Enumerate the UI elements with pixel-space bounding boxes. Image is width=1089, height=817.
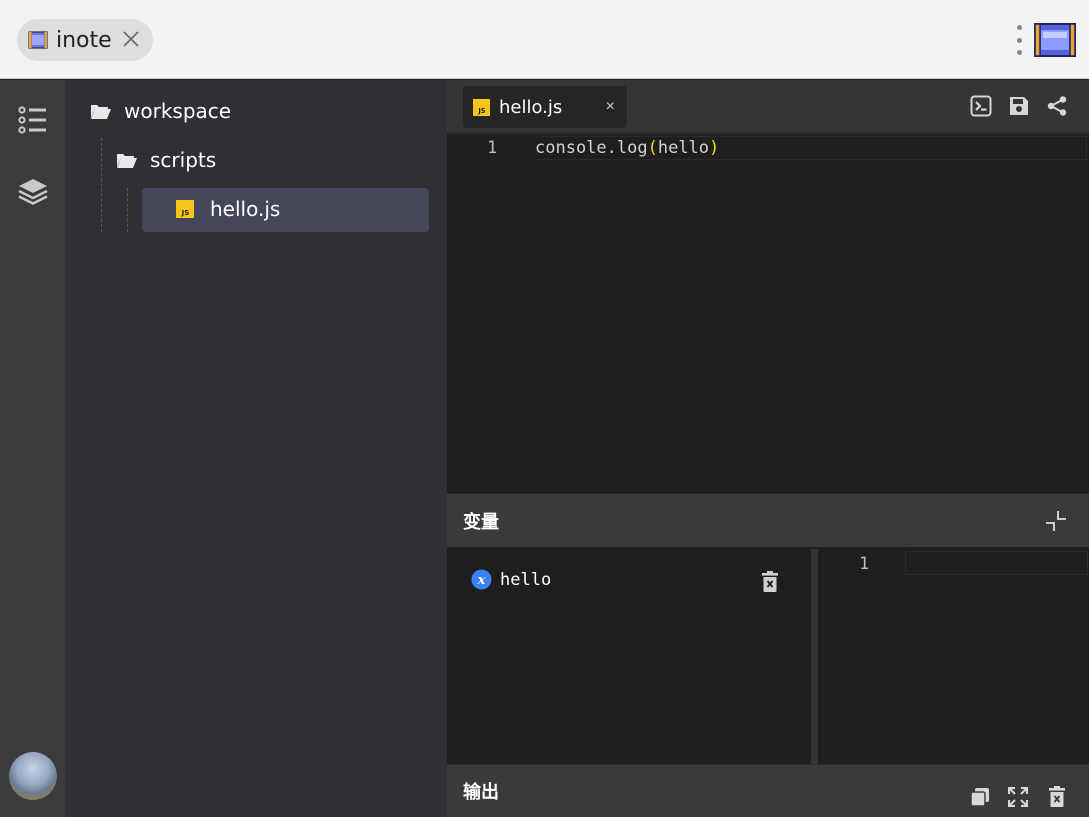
- code-paren: (: [647, 138, 658, 158]
- svg-text:x: x: [477, 573, 486, 588]
- app-tab[interactable]: inote: [17, 19, 153, 61]
- tree-guide-line: [127, 188, 128, 232]
- run-code-icon[interactable]: [970, 95, 992, 117]
- code-token: hello: [657, 138, 710, 158]
- outline-button[interactable]: [14, 101, 52, 139]
- more-options-button[interactable]: [1013, 25, 1025, 55]
- dot: [1016, 25, 1022, 30]
- variable-icon: x: [471, 569, 492, 590]
- editor-tab-label: hello.js: [499, 96, 563, 118]
- minimize-icon[interactable]: [1045, 510, 1067, 532]
- close-icon[interactable]: [121, 29, 141, 49]
- code-editor[interactable]: 1 console.log(hello): [447, 136, 1089, 493]
- variable-list: x hello: [447, 549, 811, 764]
- app-tab-label: inote: [56, 27, 112, 53]
- film-strip-logo: [1034, 23, 1076, 57]
- svg-text:JS: JS: [477, 107, 485, 115]
- dot: [1016, 50, 1022, 55]
- code-line[interactable]: console.log(hello): [535, 138, 719, 158]
- user-avatar[interactable]: [9, 752, 57, 800]
- panel-splitter[interactable]: [811, 549, 818, 764]
- tree-item-hello-js[interactable]: JS hello.js: [176, 197, 280, 221]
- current-line-highlight: [905, 551, 1088, 575]
- output-panel-header: 输出: [447, 764, 1089, 817]
- code-paren: ): [709, 138, 720, 158]
- folder-open-icon: [91, 105, 111, 119]
- tree-item-workspace[interactable]: workspace: [90, 99, 231, 123]
- activity-bar: [0, 80, 65, 817]
- variable-item[interactable]: x hello: [471, 569, 551, 590]
- svg-text:JS: JS: [181, 209, 190, 217]
- outline-list-icon: [18, 106, 46, 134]
- clear-icon[interactable]: [1047, 786, 1067, 808]
- layers-icon: [18, 179, 48, 205]
- window-title-bar: inote: [0, 0, 1089, 79]
- js-file-icon: JS: [176, 200, 194, 218]
- tree-item-label: hello.js: [210, 197, 281, 221]
- delete-variable-icon[interactable]: [760, 571, 780, 593]
- code-token: console.log: [535, 138, 648, 158]
- tree-guide-line: [101, 138, 102, 232]
- variable-preview-editor[interactable]: 1: [818, 549, 1089, 764]
- js-file-icon: JS: [473, 98, 490, 116]
- variables-panel-header: 变量: [447, 493, 1089, 547]
- editor-tab-hello-js[interactable]: JS hello.js ×: [463, 86, 627, 128]
- tree-item-label: workspace: [124, 99, 232, 123]
- share-icon[interactable]: [1046, 95, 1068, 117]
- line-number: 1: [859, 554, 870, 574]
- variable-name: hello: [500, 569, 552, 590]
- film-strip-icon: [28, 31, 48, 49]
- output-panel-title: 输出: [463, 782, 499, 803]
- tree-item-scripts[interactable]: scripts: [116, 148, 216, 172]
- save-icon[interactable]: [1008, 95, 1030, 117]
- close-tab-icon[interactable]: ×: [606, 98, 615, 116]
- copy-icon[interactable]: [970, 787, 990, 807]
- dot: [1016, 37, 1022, 43]
- editor-tab-bar: JS hello.js ×: [447, 80, 1089, 134]
- tree-item-label: scripts: [150, 148, 217, 172]
- variables-panel-title: 变量: [463, 511, 499, 533]
- fullscreen-icon[interactable]: [1008, 787, 1028, 807]
- folder-open-icon: [117, 154, 137, 168]
- layers-button[interactable]: [14, 173, 52, 211]
- line-number: 1: [487, 138, 498, 158]
- file-explorer: workspace scripts JS hello.js: [65, 80, 447, 817]
